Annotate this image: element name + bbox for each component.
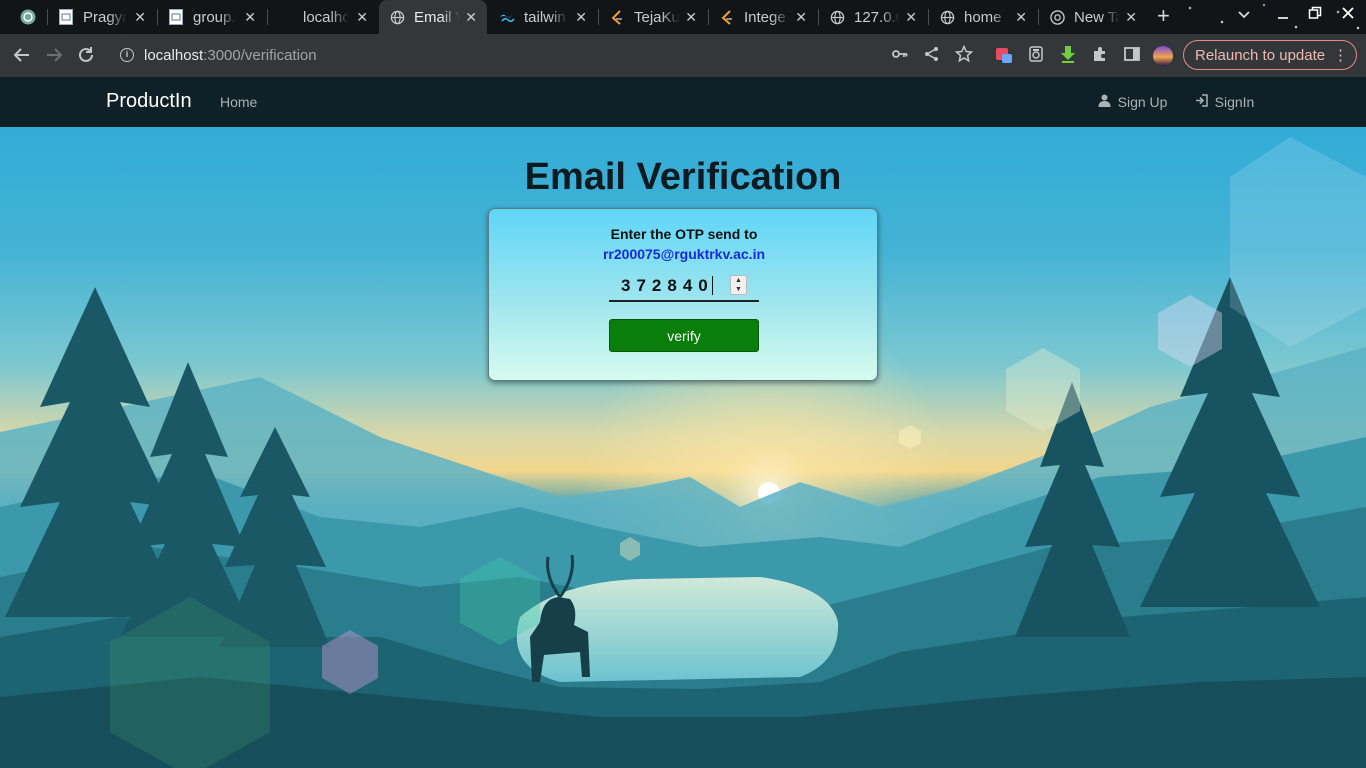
tailwind-icon [499, 9, 515, 25]
tab-title: New Ta [1074, 8, 1120, 26]
url-path: :3000/verification [203, 46, 317, 64]
tab-title: localho [303, 8, 349, 26]
text-caret [712, 276, 713, 295]
close-icon[interactable]: ✕ [244, 9, 256, 25]
globe-icon [389, 9, 405, 25]
back-icon[interactable] [11, 45, 33, 67]
nav-signup-label: Sign Up [1117, 94, 1168, 110]
leetcode-icon [719, 9, 735, 25]
profile-avatar-icon[interactable] [1152, 45, 1174, 67]
tab-home[interactable]: home ✕ [929, 0, 1037, 34]
verify-button-label: verify [667, 327, 701, 344]
relaunch-label: Relaunch to update [1195, 46, 1326, 64]
tab-pragya[interactable]: Pragya ✕ [48, 0, 156, 34]
tab-email-verification[interactable]: Email V ✕ [379, 0, 487, 34]
nav-home-link[interactable]: Home [220, 94, 257, 110]
tab-group[interactable]: group. ✕ [158, 0, 266, 34]
tab-title: home [964, 8, 1002, 26]
minimize-icon[interactable] [1276, 6, 1290, 25]
nav-signin-label: SignIn [1214, 94, 1255, 110]
tab-tailwind[interactable]: tailwin ✕ [489, 0, 597, 34]
brand-logo[interactable]: ProductIn [106, 90, 192, 113]
nav-home-label: Home [220, 94, 258, 110]
site-info-icon[interactable]: i [120, 48, 134, 62]
chatgpt-icon [20, 9, 36, 25]
relaunch-to-update-button[interactable]: Relaunch to update ⋮ [1183, 40, 1357, 70]
extension-screenshot-icon[interactable] [993, 45, 1015, 67]
tab-title: tailwin [524, 8, 566, 26]
extension-download-icon[interactable] [1057, 45, 1079, 67]
tab-title: 127.0.0 [854, 8, 900, 26]
tab-title: Intege [744, 8, 786, 26]
bookmark-star-icon[interactable] [953, 44, 975, 67]
key-icon[interactable] [889, 45, 911, 67]
reload-icon[interactable] [75, 45, 97, 67]
tab-search-chevron-icon[interactable] [1237, 6, 1251, 22]
menu-kebab-icon[interactable]: ⋮ [1333, 46, 1348, 64]
tab-integer[interactable]: Intege ✕ [709, 0, 817, 34]
globe-icon [939, 9, 955, 25]
close-icon[interactable]: ✕ [685, 9, 697, 25]
close-icon[interactable]: ✕ [465, 9, 477, 25]
close-icon[interactable]: ✕ [1125, 9, 1137, 25]
tab-tejaku[interactable]: TejaKu ✕ [599, 0, 707, 34]
close-icon[interactable]: ✕ [905, 9, 917, 25]
extension-camera-icon[interactable] [1025, 45, 1047, 67]
leetcode-icon [609, 9, 625, 25]
extensions-puzzle-icon[interactable] [1089, 45, 1111, 67]
forward-icon[interactable] [43, 45, 65, 67]
address-bar[interactable]: i localhost:3000/verification [108, 38, 984, 72]
close-icon[interactable]: ✕ [356, 9, 368, 25]
close-icon[interactable]: ✕ [134, 9, 146, 25]
restore-icon[interactable] [1308, 6, 1322, 25]
otp-verification-card: Enter the OTP send to rr200075@rguktrkv.… [488, 208, 878, 381]
otp-input[interactable]: 372840 ▲ ▼ [609, 272, 759, 302]
close-icon[interactable]: ✕ [1015, 9, 1027, 25]
nav-signup-link[interactable]: Sign Up [1098, 94, 1167, 110]
otp-prompt-text: Enter the OTP send to [610, 226, 758, 242]
page-title: Email Verification [524, 156, 842, 198]
new-tab-icon[interactable]: + [1157, 4, 1170, 28]
side-panel-icon[interactable] [1121, 45, 1143, 67]
tab-new-tab[interactable]: New Ta ✕ [1039, 0, 1147, 34]
close-window-icon[interactable] [1341, 6, 1355, 25]
share-icon[interactable] [921, 45, 943, 67]
browser-toolbar: i localhost:3000/verification Relaunch t… [0, 34, 1366, 77]
tab-chatgpt[interactable] [10, 0, 46, 34]
tab-title: TejaKu [634, 8, 680, 26]
close-icon[interactable]: ✕ [795, 9, 807, 25]
doc-icon [168, 9, 184, 25]
user-icon [1098, 94, 1115, 110]
page-viewport: ProductIn Home Sign Up SignIn Email Veri… [0, 77, 1366, 768]
blank-icon [278, 9, 294, 25]
target-email-text: rr200075@rguktrkv.ac.in [602, 246, 766, 262]
doc-icon [58, 9, 74, 25]
tab-127-0-0-1[interactable]: 127.0.0 ✕ [819, 0, 927, 34]
chrome-icon [1049, 9, 1065, 25]
close-icon[interactable]: ✕ [575, 9, 587, 25]
tab-title: Email V [414, 8, 460, 26]
nav-signin-link[interactable]: SignIn [1195, 94, 1254, 110]
site-navbar: ProductIn Home Sign Up SignIn [0, 77, 1366, 127]
browser-tab-bar: Pragya ✕ group. ✕ localho ✕ Email V ✕ ta… [0, 0, 1366, 34]
sign-in-icon [1195, 94, 1212, 110]
otp-input-value: 372840 [621, 276, 714, 295]
tab-title: group. [193, 8, 236, 26]
number-spinner[interactable]: ▲ ▼ [730, 275, 747, 295]
tab-localhost[interactable]: localho ✕ [268, 0, 378, 34]
verify-button[interactable]: verify [609, 319, 759, 352]
globe-icon [829, 9, 845, 25]
tab-title: Pragya [83, 8, 127, 26]
url-host: localhost [144, 46, 204, 64]
